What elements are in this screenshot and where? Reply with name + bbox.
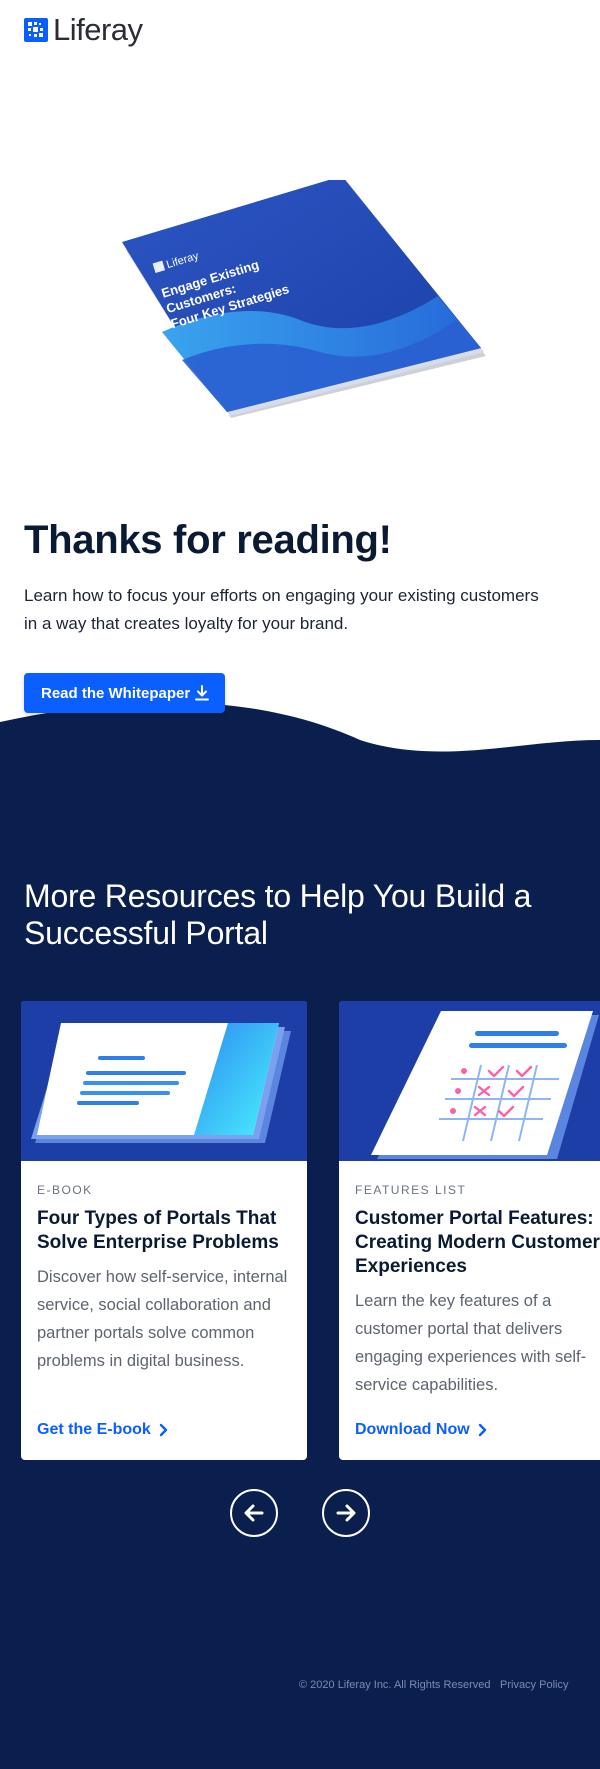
hero-section: Liferay Liferay Engage Existing Customer…	[0, 0, 600, 730]
download-now-link[interactable]: Download Now	[355, 1421, 487, 1439]
features-list-illustration	[339, 1001, 600, 1161]
ebook-illustration	[21, 1001, 307, 1161]
download-now-label: Download Now	[355, 1421, 470, 1438]
chevron-right-icon	[159, 1423, 167, 1437]
card-category: E-BOOK	[37, 1183, 93, 1197]
brand-name: Liferay	[53, 12, 143, 47]
whitepaper-cover-image: Liferay Engage Existing Customers: Four …	[122, 180, 486, 418]
read-whitepaper-label: Read the Whitepaper	[41, 684, 191, 702]
card-title[interactable]: Four Types of Portals That Solve Enterpr…	[37, 1207, 299, 1255]
resource-card-ebook[interactable]: E-BOOK Four Types of Portals That Solve …	[21, 1001, 307, 1460]
brand-logo[interactable]: Liferay	[24, 14, 143, 45]
privacy-policy-link[interactable]: Privacy Policy	[500, 1679, 568, 1691]
resource-card-features[interactable]: FEATURES LIST Customer Portal Features: …	[339, 1001, 600, 1460]
card-description: Learn the key features of a customer por…	[355, 1292, 587, 1394]
get-ebook-link[interactable]: Get the E-book	[37, 1421, 168, 1439]
download-icon	[195, 685, 209, 701]
get-ebook-label: Get the E-book	[37, 1421, 151, 1438]
card-category: FEATURES LIST	[355, 1183, 467, 1197]
carousel-prev-button[interactable]	[230, 1489, 278, 1537]
arrow-right-icon	[336, 1504, 356, 1522]
hero-description: Learn how to focus your efforts on engag…	[24, 586, 539, 633]
footer-copyright: © 2020 Liferay Inc. All Rights Reserved	[299, 1679, 491, 1691]
resources-heading: More Resources to Help You Build a Succe…	[24, 878, 532, 951]
carousel-next-button[interactable]	[322, 1489, 370, 1537]
card-description: Discover how self-service, internal serv…	[37, 1268, 288, 1370]
card-title[interactable]: Customer Portal Features: Creating Moder…	[355, 1207, 600, 1279]
chevron-right-icon	[478, 1423, 486, 1437]
read-whitepaper-button[interactable]: Read the Whitepaper	[24, 673, 225, 713]
page-title: Thanks for reading!	[24, 518, 392, 562]
liferay-logo-icon	[24, 17, 48, 42]
arrow-left-icon	[244, 1504, 264, 1522]
